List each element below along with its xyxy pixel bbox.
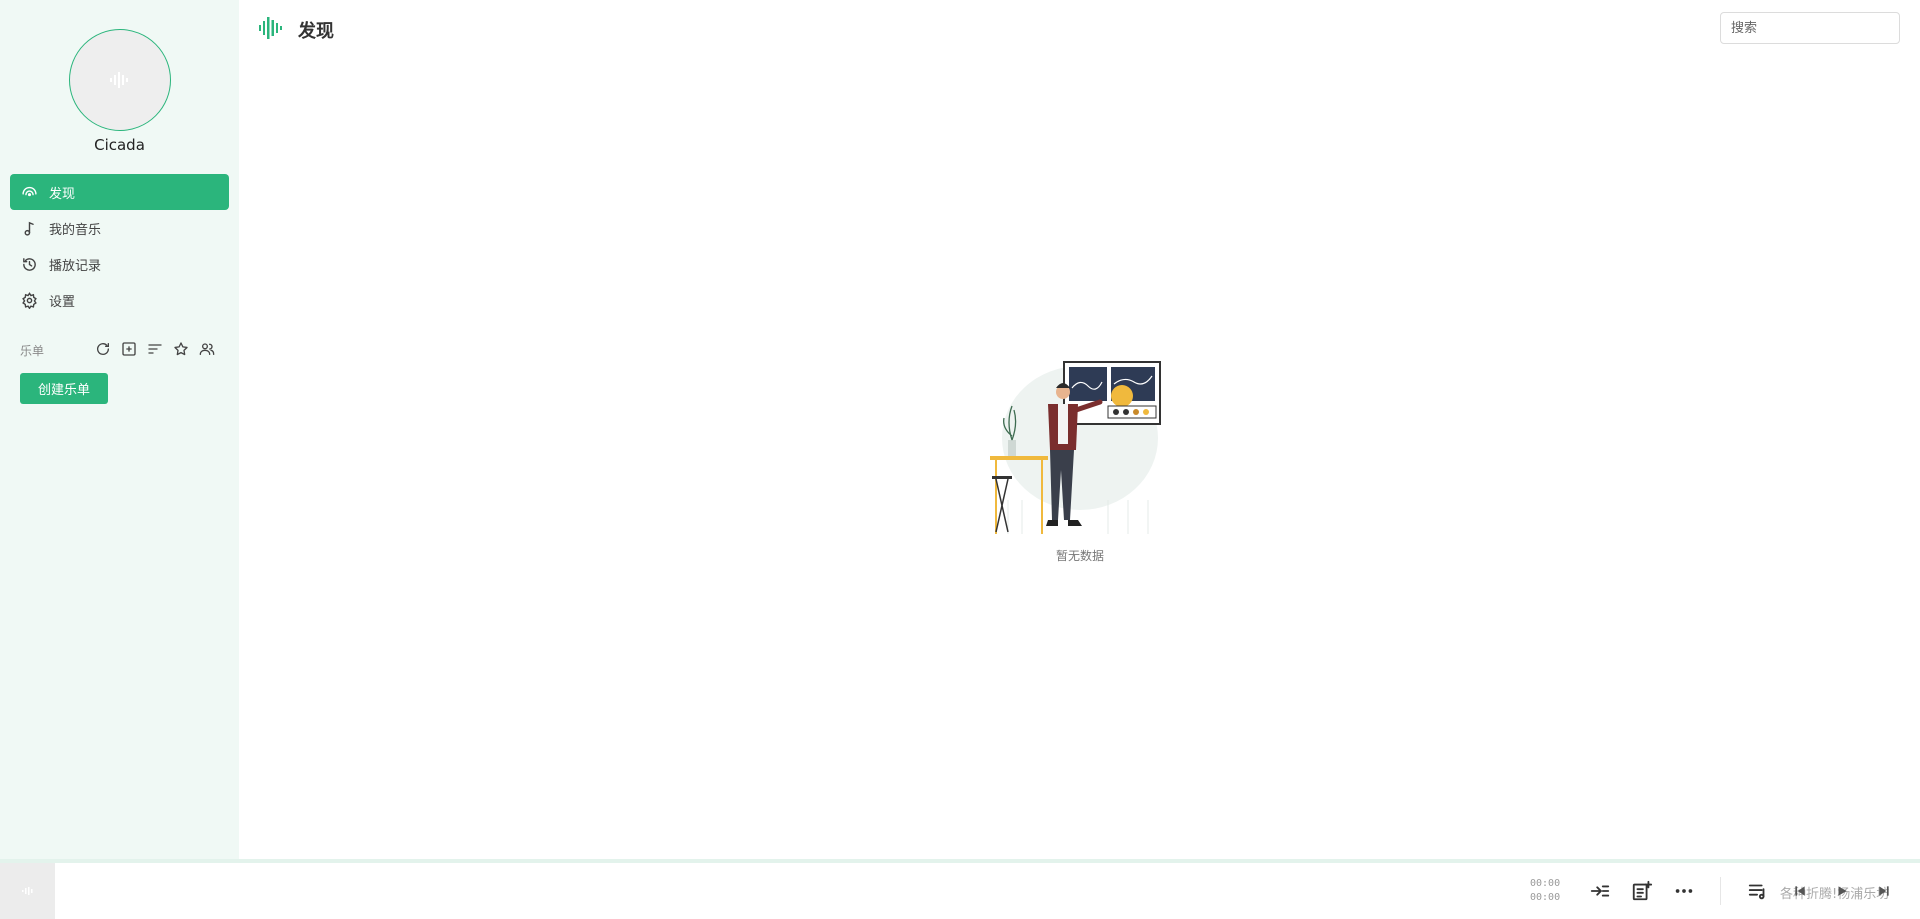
sidebar-item-discover[interactable]: 发现 (10, 174, 229, 210)
empty-state-illustration (990, 361, 1161, 534)
playlist-section-label: 乐单 (20, 344, 45, 358)
sort-icon[interactable] (146, 340, 164, 358)
empty-state-text: 暂无数据 (1055, 549, 1104, 563)
refresh-icon[interactable] (94, 340, 112, 358)
current-time: 00:00 (1530, 878, 1561, 889)
sidebar-item-history[interactable]: 播放记录 (10, 246, 229, 282)
discover-icon (20, 183, 39, 202)
add-box-icon[interactable] (120, 340, 138, 358)
sidebar-item-label: 设置 (49, 294, 76, 310)
music-note-icon (20, 219, 39, 238)
page-title: 发现 (298, 21, 334, 42)
previous-icon (1795, 886, 1805, 896)
previous-button[interactable] (1792, 883, 1808, 899)
create-playlist-button[interactable]: 创建乐单 (20, 373, 108, 404)
more-button[interactable] (1672, 879, 1696, 903)
time-display: 00:00 00:00 (1530, 877, 1560, 905)
add-to-playlist-button[interactable] (1630, 879, 1654, 903)
next-icon (1879, 886, 1889, 896)
gear-icon (20, 291, 39, 310)
sidebar-item-label: 我的音乐 (49, 222, 102, 238)
play-icon (1838, 886, 1847, 896)
player-bar: 00:00 00:00 各种折腾!杨浦乐坊 (0, 863, 1920, 919)
sidebar: Cicada 发现 我的音乐 播放记录 设置 乐单 创建乐单 (0, 0, 239, 859)
more-icon (1675, 889, 1693, 893)
people-icon[interactable] (198, 340, 216, 358)
playlist-toolbar (94, 340, 216, 358)
sidebar-item-my-music[interactable]: 我的音乐 (10, 210, 229, 246)
duration: 00:00 (1530, 892, 1561, 903)
divider (1720, 877, 1721, 905)
username: Cicada (94, 136, 145, 154)
sidebar-item-label: 播放记录 (49, 258, 102, 274)
soundwave-icon (110, 72, 128, 88)
sidebar-item-label: 发现 (49, 186, 76, 202)
queue-button[interactable] (1746, 879, 1770, 903)
play-mode-icon (1590, 885, 1610, 897)
soundwave-icon (21, 887, 32, 895)
soundwave-icon (259, 17, 282, 39)
album-cover[interactable] (0, 863, 55, 919)
next-button[interactable] (1876, 883, 1892, 899)
queue-icon (1748, 884, 1765, 900)
avatar[interactable] (69, 29, 171, 131)
add-to-playlist-icon (1632, 880, 1653, 901)
search-input[interactable] (1720, 12, 1900, 44)
star-icon[interactable] (172, 340, 190, 358)
sidebar-item-settings[interactable]: 设置 (10, 282, 229, 318)
play-button[interactable] (1834, 883, 1850, 899)
play-mode-button[interactable] (1588, 879, 1612, 903)
history-icon (20, 255, 39, 274)
